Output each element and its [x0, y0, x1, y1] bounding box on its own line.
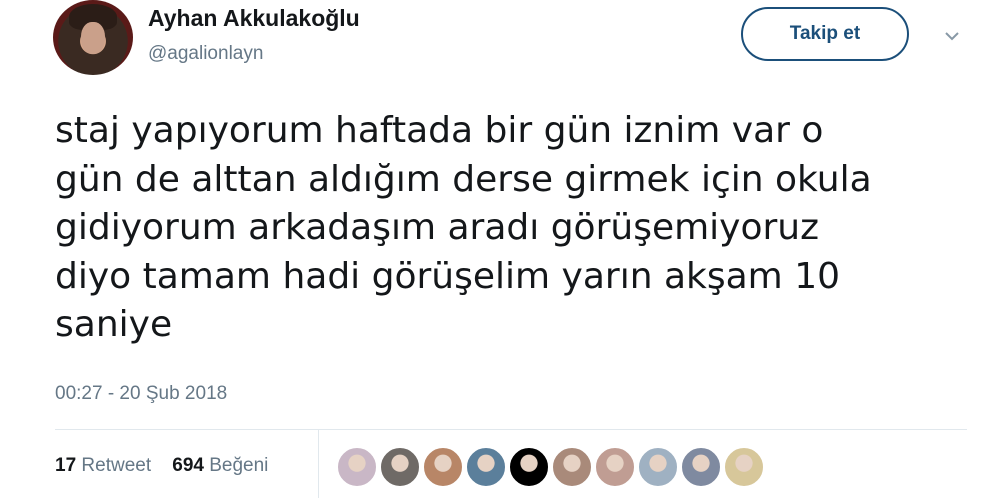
- display-name[interactable]: Ayhan Akkulakoğlu: [148, 5, 360, 32]
- avatar-face: [81, 22, 105, 54]
- liker-avatar[interactable]: [336, 446, 378, 488]
- chevron-down-icon[interactable]: [944, 28, 960, 44]
- retweet-label: Retweet: [81, 455, 152, 476]
- like-count: 694: [172, 455, 204, 476]
- retweet-stat[interactable]: 17 Retweet: [55, 455, 151, 476]
- stats-separator: [318, 430, 319, 498]
- retweet-count: 17: [55, 455, 77, 476]
- liker-avatar[interactable]: [637, 446, 679, 488]
- avatar[interactable]: [53, 0, 133, 75]
- divider: [55, 429, 967, 430]
- liker-avatar[interactable]: [508, 446, 550, 488]
- tweet-stats: 17 Retweet 694 Beğeni: [55, 455, 268, 477]
- liker-avatar[interactable]: [551, 446, 593, 488]
- like-stat[interactable]: 694 Beğeni: [172, 455, 268, 476]
- liker-avatar[interactable]: [680, 446, 722, 488]
- liker-avatar[interactable]: [594, 446, 636, 488]
- tweet-text: staj yapıyorum haftada bir gün iznim var…: [55, 110, 872, 345]
- liker-avatar[interactable]: [723, 446, 765, 488]
- liker-avatar[interactable]: [465, 446, 507, 488]
- follow-button[interactable]: Takip et: [741, 7, 909, 61]
- user-handle[interactable]: @agalionlayn: [148, 43, 263, 65]
- liker-avatar[interactable]: [422, 446, 464, 488]
- liker-avatar[interactable]: [379, 446, 421, 488]
- like-label: Beğeni: [209, 455, 269, 476]
- timestamp[interactable]: 00:27 - 20 Şub 2018: [55, 383, 227, 405]
